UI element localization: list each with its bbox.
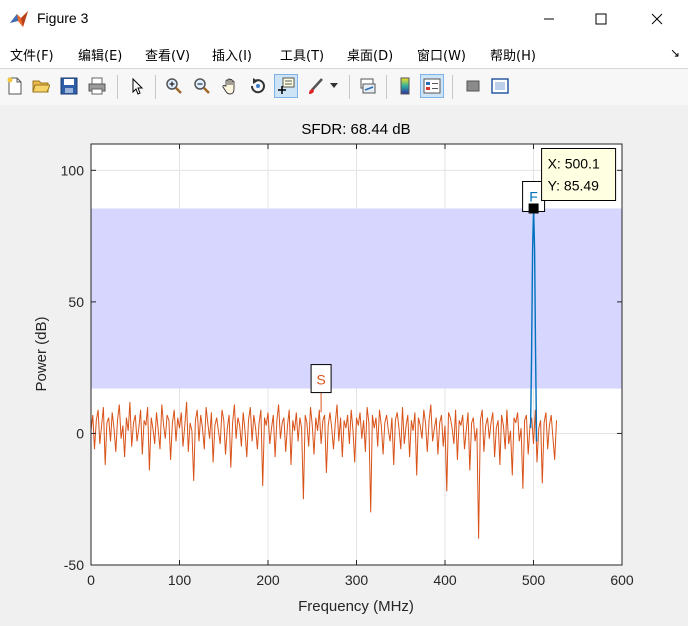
y-tick-label: -50 bbox=[64, 557, 84, 573]
pan-icon[interactable] bbox=[219, 75, 241, 97]
rotate-icon[interactable] bbox=[247, 75, 269, 97]
x-tick-label: 500 bbox=[522, 572, 546, 588]
zoom-in-icon[interactable] bbox=[163, 75, 185, 97]
maximize-icon[interactable] bbox=[578, 0, 624, 38]
x-tick-label: 200 bbox=[256, 572, 280, 588]
spur-marker-label: S bbox=[316, 372, 325, 388]
sfdr-band bbox=[91, 208, 622, 389]
zoom-out-icon[interactable] bbox=[191, 75, 213, 97]
menu-overflow-icon[interactable]: ↘ bbox=[670, 46, 680, 60]
matlab-icon bbox=[10, 11, 28, 27]
minimize-icon[interactable] bbox=[526, 0, 572, 38]
menu-window[interactable]: 窗口(W) bbox=[417, 45, 466, 64]
menu-tools[interactable]: 工具(T) bbox=[280, 45, 324, 64]
print-icon[interactable] bbox=[86, 75, 108, 97]
save-icon[interactable] bbox=[58, 75, 80, 97]
figure-toolbar bbox=[0, 68, 688, 106]
datatip[interactable]: X: 500.1 Y: 85.49 bbox=[541, 147, 617, 201]
x-tick-label: 300 bbox=[345, 572, 369, 588]
x-tick-labels: 0 100 200 300 400 500 600 bbox=[87, 572, 634, 588]
pointer-icon[interactable] bbox=[126, 75, 148, 97]
menu-view[interactable]: 查看(V) bbox=[145, 45, 190, 64]
menu-help[interactable]: 帮助(H) bbox=[490, 45, 536, 64]
close-icon[interactable] bbox=[634, 0, 680, 38]
signal-marker-label: F bbox=[529, 188, 538, 204]
figure-canvas[interactable]: S F X: 500.1 Y: 85.49 0 100 200 300 400 500 60… bbox=[0, 105, 688, 621]
datatip-y: Y: 85.49 bbox=[548, 177, 600, 193]
datatip-x: X: 500.1 bbox=[548, 155, 600, 171]
menu-edit[interactable]: 编辑(E) bbox=[78, 45, 122, 64]
x-tick-label: 600 bbox=[610, 572, 634, 588]
menu-desktop[interactable]: 桌面(D) bbox=[347, 45, 393, 64]
y-tick-label: 50 bbox=[68, 294, 84, 310]
y-tick-labels: -50 0 50 100 bbox=[61, 162, 85, 573]
open-file-icon[interactable] bbox=[30, 75, 52, 97]
spur-marker[interactable]: S bbox=[310, 364, 332, 394]
x-tick-label: 400 bbox=[433, 572, 457, 588]
link-plot-icon[interactable] bbox=[357, 75, 379, 97]
window-title: Figure 3 bbox=[37, 10, 89, 26]
data-cursor-point[interactable] bbox=[528, 203, 539, 214]
brush-icon[interactable] bbox=[305, 75, 327, 97]
colorbar-icon[interactable] bbox=[394, 75, 416, 97]
x-tick-label: 0 bbox=[87, 572, 95, 588]
hide-plot-tools-icon[interactable] bbox=[462, 75, 484, 97]
y-tick-label: 0 bbox=[76, 425, 84, 441]
menu-bar: 文件(F) 编辑(E) 查看(V) 插入(I) 工具(T) 桌面(D) 窗口(W… bbox=[0, 38, 688, 68]
brush-dropdown-icon[interactable] bbox=[327, 75, 341, 97]
menu-insert[interactable]: 插入(I) bbox=[212, 45, 252, 64]
legend-icon[interactable] bbox=[420, 74, 444, 98]
show-plot-tools-icon[interactable] bbox=[489, 75, 511, 97]
chart-title: SFDR: 68.44 dB bbox=[301, 121, 410, 138]
x-axis-label: Frequency (MHz) bbox=[298, 598, 414, 615]
menu-file[interactable]: 文件(F) bbox=[10, 45, 54, 64]
title-bar: Figure 3 bbox=[0, 0, 688, 38]
y-tick-label: 100 bbox=[61, 162, 85, 178]
x-tick-label: 100 bbox=[168, 572, 192, 588]
data-cursor-icon[interactable] bbox=[274, 74, 298, 98]
y-axis-label: Power (dB) bbox=[33, 316, 50, 391]
sfdr-plot[interactable]: S F X: 500.1 Y: 85.49 0 100 200 300 400 500 60… bbox=[0, 105, 688, 621]
new-figure-icon[interactable] bbox=[4, 75, 26, 97]
